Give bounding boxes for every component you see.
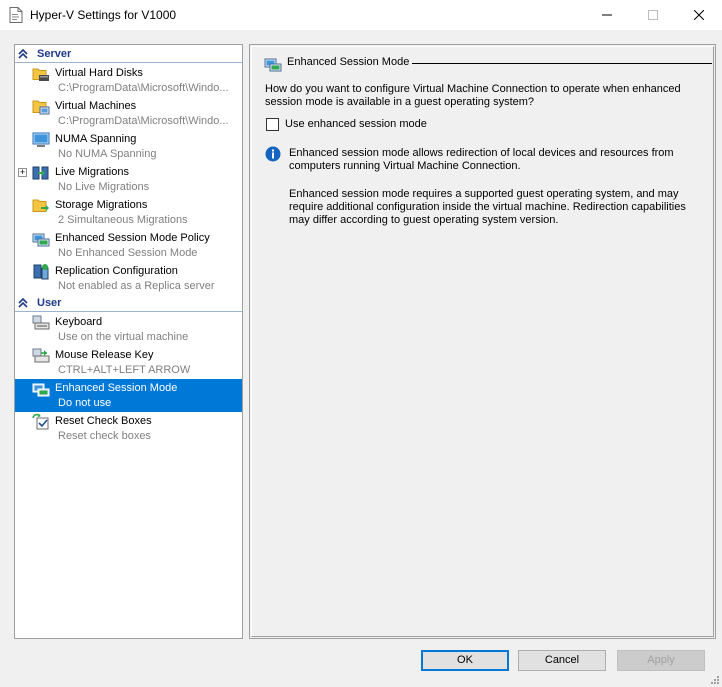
maximize-button[interactable] [630, 0, 676, 30]
sidebar-item-label: Enhanced Session Mode Policy [55, 232, 210, 244]
group-title-divider [412, 63, 712, 64]
collapse-chevron-icon [18, 298, 28, 308]
sidebar-item-label: NUMA Spanning [55, 133, 137, 145]
sidebar-item-value: Reset check boxes [58, 430, 151, 442]
expand-toggle[interactable]: + [18, 168, 27, 177]
ok-button[interactable]: OK [421, 650, 509, 671]
minimize-icon [602, 14, 612, 16]
sidebar-item-label: Reset Check Boxes [55, 415, 152, 427]
sidebar-item-value: No Live Migrations [58, 181, 150, 193]
sidebar-item-storage-migrations[interactable]: Storage Migrations 2 Simultaneous Migrat… [15, 196, 242, 229]
configuration-question: How do you want to configure Virtual Mac… [265, 83, 681, 108]
info-icon [265, 146, 281, 162]
keyboard-icon [32, 315, 50, 330]
sidebar-item-enhanced-session-mode-policy[interactable]: Enhanced Session Mode Policy No Enhanced… [15, 229, 242, 262]
sidebar-item-label: Virtual Hard Disks [55, 67, 143, 79]
sidebar-item-value: C:\ProgramData\Microsoft\Windo... [58, 115, 229, 127]
window-title: Hyper-V Settings for V1000 [30, 8, 177, 22]
dialog-client-area: Server Virtual Hard Disks C:\ProgramData… [0, 30, 722, 687]
session-mode-icon [32, 383, 50, 397]
section-label: Server [37, 48, 72, 60]
group-title-text: Enhanced Session Mode [287, 56, 410, 68]
sidebar-item-virtual-hard-disks[interactable]: Virtual Hard Disks C:\ProgramData\Micros… [15, 64, 242, 97]
section-header-user[interactable]: User [15, 296, 242, 312]
sidebar-item-value: CTRL+ALT+LEFT ARROW [58, 364, 191, 376]
resize-grip-icon[interactable] [710, 675, 720, 685]
settings-detail-panel: Enhanced Session Mode How do you want to… [249, 44, 716, 639]
sidebar-item-mouse-release-key[interactable]: Mouse Release Key CTRL+ALT+LEFT ARROW [15, 346, 242, 379]
close-icon [694, 10, 704, 20]
maximize-icon [648, 10, 658, 20]
session-mode-icon [264, 58, 282, 72]
sidebar-item-keyboard[interactable]: Keyboard Use on the virtual machine [15, 313, 242, 346]
live-migration-icon [32, 166, 49, 180]
info-requirements: Enhanced session mode requires a support… [289, 188, 686, 226]
cancel-button[interactable]: Cancel [518, 650, 606, 671]
close-button[interactable] [676, 0, 722, 30]
sidebar-item-label: Keyboard [55, 316, 103, 328]
settings-detail-frame: Enhanced Session Mode How do you want to… [251, 46, 714, 637]
sidebar-item-enhanced-session-mode[interactable]: Enhanced Session Mode Do not use [15, 379, 242, 412]
sidebar-item-numa-spanning[interactable]: NUMA Spanning No NUMA Spanning [15, 130, 242, 163]
sidebar-item-label: Mouse Release Key [55, 349, 154, 361]
sidebar-item-value: Do not use [58, 397, 112, 409]
minimize-button[interactable] [584, 0, 630, 30]
sidebar-item-live-migrations[interactable]: + Live Migrations No Live Migrations [15, 163, 242, 196]
sidebar-item-replication-configuration[interactable]: Replication Configuration Not enabled as… [15, 262, 242, 295]
settings-document-icon [9, 7, 23, 23]
sidebar-item-value: Use on the virtual machine [58, 331, 189, 343]
session-policy-icon [32, 233, 50, 247]
sidebar-item-reset-check-boxes[interactable]: Reset Check Boxes Reset check boxes [15, 412, 242, 445]
sidebar-item-value: No Enhanced Session Mode [58, 247, 198, 259]
replication-icon [33, 264, 49, 280]
collapse-chevron-icon [18, 49, 28, 59]
sidebar-item-virtual-machines[interactable]: Virtual Machines C:\ProgramData\Microsof… [15, 97, 242, 130]
info-description: Enhanced session mode allows redirection… [289, 147, 674, 172]
mouse-icon [32, 348, 50, 363]
enhanced-session-checkbox[interactable] [266, 118, 279, 131]
sidebar-item-label: Enhanced Session Mode [55, 382, 178, 394]
sidebar-item-label: Live Migrations [55, 166, 129, 178]
settings-navigation-list[interactable]: Server Virtual Hard Disks C:\ProgramData… [14, 44, 243, 639]
sidebar-item-label: Virtual Machines [55, 100, 137, 112]
sidebar-item-value: C:\ProgramData\Microsoft\Windo... [58, 82, 229, 94]
sidebar-item-value: Not enabled as a Replica server [58, 280, 215, 292]
title-bar: Hyper-V Settings for V1000 [0, 0, 722, 30]
numa-icon [32, 132, 50, 147]
reset-checkbox-icon [32, 413, 49, 430]
storage-migration-icon [32, 199, 49, 212]
enhanced-session-checkbox-row[interactable]: Use enhanced session mode [266, 117, 466, 133]
section-header-server[interactable]: Server [15, 47, 242, 63]
folder-vm-icon [32, 100, 50, 115]
apply-button[interactable]: Apply [617, 650, 705, 671]
sidebar-item-label: Replication Configuration [55, 265, 178, 277]
sidebar-item-value: 2 Simultaneous Migrations [58, 214, 188, 226]
folder-disk-icon [32, 68, 49, 81]
sidebar-item-label: Storage Migrations [55, 199, 148, 211]
section-label: User [37, 297, 62, 309]
enhanced-session-checkbox-label[interactable]: Use enhanced session mode [285, 118, 427, 130]
group-box-title: Enhanced Session Mode [264, 55, 712, 72]
sidebar-item-value: No NUMA Spanning [58, 148, 157, 160]
